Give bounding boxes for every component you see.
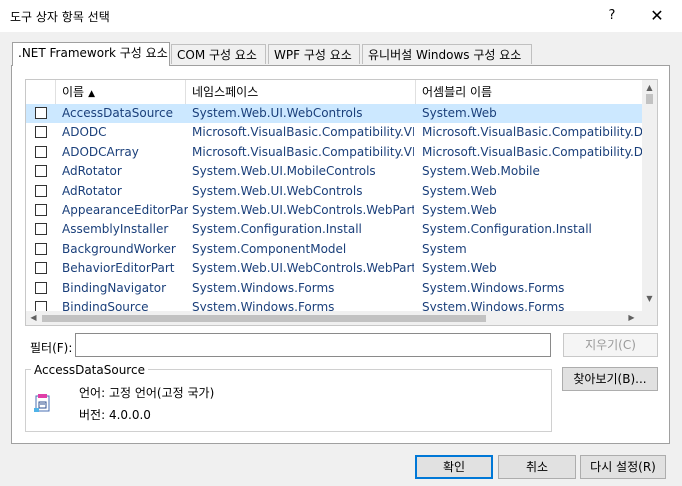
- row-name: AssemblyInstaller: [62, 222, 169, 237]
- clear-button[interactable]: 지우기(C): [563, 333, 658, 357]
- list-row[interactable]: BindingSource System.Windows.Forms System.…: [26, 298, 644, 311]
- row-name: ADODC: [62, 125, 107, 140]
- sort-ascending-icon: ▲: [88, 89, 96, 99]
- language-info: 언어: 고정 언어(고정 국가): [79, 386, 215, 400]
- component-icon: [34, 394, 50, 412]
- horizontal-scrollbar[interactable]: ◀ ▶: [26, 311, 644, 325]
- row-namespace: System.Windows.Forms: [192, 280, 335, 295]
- row-name: AppearanceEditorPart: [62, 202, 188, 217]
- list-row[interactable]: AccessDataSource System.Web.UI.WebControl…: [26, 104, 644, 124]
- row-name: ADODCArray: [62, 144, 139, 159]
- cancel-button[interactable]: 취소: [498, 455, 576, 479]
- row-assembly: System.Web: [422, 106, 497, 120]
- row-assembly: Microsoft.VisualBasic.Compatibility.Data: [422, 125, 644, 140]
- row-name: BackgroundWorker: [62, 241, 176, 256]
- row-name: BehaviorEditorPart: [62, 261, 175, 276]
- list-rows: AccessDataSource System.Web.UI.WebControl…: [26, 104, 644, 311]
- row-checkbox[interactable]: [35, 242, 47, 255]
- reset-button[interactable]: 다시 설정(R): [580, 455, 666, 479]
- tab-net-framework[interactable]: .NET Framework 구성 요소: [12, 42, 170, 66]
- list-row[interactable]: BindingNavigator System.Windows.Forms Syst…: [26, 279, 644, 298]
- list-row[interactable]: BackgroundWorker System.ComponentModel Sys…: [26, 240, 644, 259]
- window-title: 도구 상자 항목 선택: [10, 10, 110, 24]
- scroll-right-icon[interactable]: ▶: [624, 313, 639, 322]
- browse-button[interactable]: 찾아보기(B)...: [562, 367, 658, 391]
- tab-universal-windows[interactable]: 유니버설 Windows 구성 요소: [362, 44, 532, 64]
- row-namespace: Microsoft.VisualBasic.Compatibility.VB6: [192, 125, 414, 140]
- scroll-up-icon[interactable]: ▲: [642, 83, 657, 92]
- row-checkbox[interactable]: [35, 126, 47, 139]
- row-checkbox[interactable]: [35, 262, 47, 275]
- row-checkbox[interactable]: [35, 223, 47, 236]
- row-assembly: System.Configuration.Install: [422, 222, 592, 237]
- list-row[interactable]: AdRotator System.Web.UI.WebControls System…: [26, 182, 644, 201]
- row-assembly: System.Web.Mobile: [422, 164, 540, 179]
- tab-com[interactable]: COM 구성 요소: [171, 44, 266, 64]
- row-namespace: Microsoft.VisualBasic.Compatibility.VB6: [192, 144, 414, 159]
- header-namespace[interactable]: 네임스페이스: [186, 80, 416, 104]
- row-namespace: System.Web.UI.WebControls.WebParts: [192, 261, 414, 276]
- row-assembly: System.Windows.Forms: [422, 280, 565, 295]
- row-name: AdRotator: [62, 183, 122, 198]
- title-bar: 도구 상자 항목 선택 ? ✕: [0, 0, 682, 32]
- horizontal-scroll-thumb[interactable]: [42, 315, 486, 322]
- component-list[interactable]: 이름 ▲ 네임스페이스 어셈블리 이름 AccessDataSource Syste…: [25, 79, 658, 326]
- row-checkbox[interactable]: [35, 165, 47, 178]
- scroll-left-icon[interactable]: ◀: [26, 313, 41, 322]
- filter-input[interactable]: [75, 333, 551, 357]
- row-assembly: System: [422, 241, 467, 256]
- row-checkbox[interactable]: [35, 281, 47, 294]
- header-name-label: 이름: [62, 85, 85, 99]
- list-row[interactable]: BehaviorEditorPart System.Web.UI.WebContr…: [26, 259, 644, 278]
- row-assembly: System.Windows.Forms: [422, 299, 565, 311]
- row-checkbox[interactable]: [35, 107, 47, 119]
- row-namespace: System.Web.UI.WebControls.WebParts: [192, 202, 414, 217]
- tab-wpf[interactable]: WPF 구성 요소: [268, 44, 360, 64]
- row-name: AdRotator: [62, 164, 122, 179]
- row-namespace: System.Web.UI.MobileControls: [192, 164, 376, 179]
- list-row[interactable]: AppearanceEditorPart System.Web.UI.WebCon…: [26, 201, 644, 220]
- header-assembly[interactable]: 어셈블리 이름: [416, 80, 644, 104]
- row-assembly: Microsoft.VisualBasic.Compatibility.Data: [422, 144, 644, 159]
- close-button[interactable]: ✕: [644, 4, 670, 28]
- row-assembly: System.Web: [422, 202, 497, 217]
- row-namespace: System.Configuration.Install: [192, 222, 362, 237]
- list-row[interactable]: ADODC Microsoft.VisualBasic.Compatibility…: [26, 123, 644, 142]
- list-header: 이름 ▲ 네임스페이스 어셈블리 이름: [26, 80, 644, 105]
- list-row[interactable]: AdRotator System.Web.UI.MobileControls Sys…: [26, 162, 644, 181]
- version-info: 버전: 4.0.0.0: [79, 408, 151, 422]
- scroll-down-icon[interactable]: ▼: [642, 294, 657, 303]
- ok-button[interactable]: 확인: [415, 455, 493, 479]
- row-assembly: System.Web: [422, 183, 497, 198]
- choose-toolbox-items-dialog: 도구 상자 항목 선택 ? ✕ .NET Framework 구성 요소 COM…: [0, 0, 682, 486]
- row-assembly: System.Web: [422, 261, 497, 276]
- row-checkbox[interactable]: [35, 184, 47, 197]
- row-name: AccessDataSource: [62, 106, 173, 120]
- row-namespace: System.Web.UI.WebControls: [192, 183, 363, 198]
- row-namespace: System.ComponentModel: [192, 241, 347, 256]
- help-button[interactable]: ?: [600, 4, 624, 28]
- row-checkbox[interactable]: [35, 300, 47, 311]
- header-checkbox-column: [26, 80, 56, 104]
- list-row[interactable]: ADODCArray Microsoft.VisualBasic.Compatib…: [26, 143, 644, 162]
- row-namespace: System.Windows.Forms: [192, 299, 335, 311]
- row-name: BindingNavigator: [62, 280, 167, 295]
- header-name[interactable]: 이름 ▲: [56, 80, 186, 104]
- filter-label: 필터(F):: [30, 341, 73, 355]
- tab-panel: 이름 ▲ 네임스페이스 어셈블리 이름 AccessDataSource Syste…: [11, 65, 670, 444]
- row-checkbox[interactable]: [35, 203, 47, 216]
- row-namespace: System.Web.UI.WebControls: [192, 106, 363, 120]
- row-name: BindingSource: [62, 299, 149, 311]
- selected-component-name: AccessDataSource: [31, 363, 148, 377]
- vertical-scrollbar[interactable]: ▲ ▼: [642, 80, 657, 311]
- row-checkbox[interactable]: [35, 145, 47, 158]
- vertical-scroll-thumb[interactable]: [646, 94, 653, 104]
- list-row[interactable]: AssemblyInstaller System.Configuration.In…: [26, 220, 644, 239]
- scrollbar-corner: [642, 311, 657, 325]
